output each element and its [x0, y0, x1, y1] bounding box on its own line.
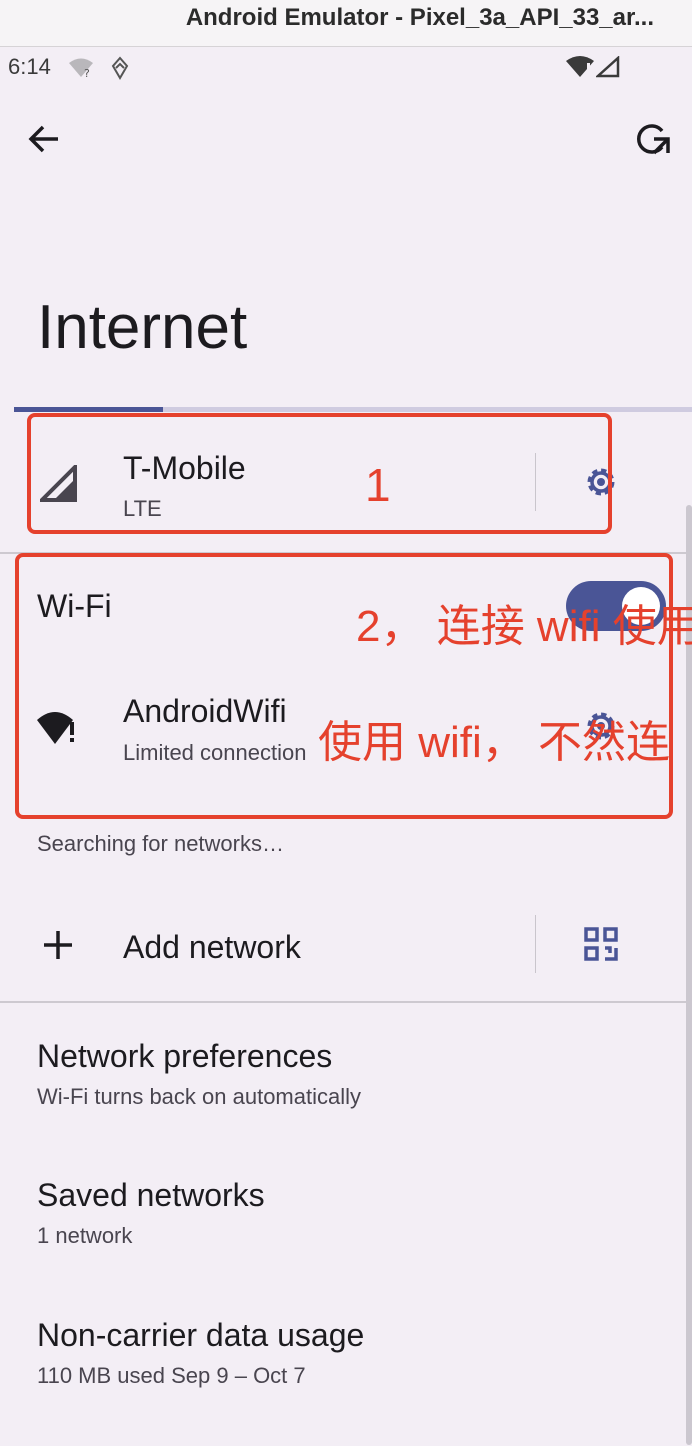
plus-icon [42, 929, 74, 961]
add-network-label: Add network [123, 929, 301, 965]
network-preferences-title: Network preferences [37, 1038, 333, 1074]
cell-status-icon [596, 56, 620, 78]
wifi-searching-text: Searching for networks… [37, 831, 284, 856]
svg-text:?: ? [84, 67, 90, 79]
saved-networks-subtitle: 1 network [37, 1223, 133, 1248]
data-usage-subtitle: 110 MB used Sep 9 – Oct 7 [37, 1363, 306, 1388]
saved-networks-title: Saved networks [37, 1177, 265, 1213]
annotation-label-2: 2， 连接 wifi 使用 [356, 602, 692, 651]
status-time: 6:14 [8, 54, 51, 79]
annotation-label-1: 1 [365, 459, 391, 511]
progress-fill [14, 407, 163, 412]
annotation-box-1 [27, 413, 612, 534]
wifi-unknown-icon: ? [68, 57, 94, 79]
refresh-icon[interactable] [632, 119, 672, 159]
wifi-status-icon [565, 55, 595, 79]
qr-code-icon[interactable] [584, 927, 618, 961]
emulator-title-bar: Android Emulator - Pixel_3a_API_33_ar... [0, 0, 692, 47]
data-usage-title: Non-carrier data usage [37, 1317, 365, 1353]
section-divider [0, 1001, 692, 1003]
annotation-label-3: 使用 wifi， 不然连 [318, 718, 670, 767]
page-title: Internet [37, 293, 248, 362]
window-title: Android Emulator - Pixel_3a_API_33_ar... [185, 4, 654, 31]
network-preferences-subtitle: Wi-Fi turns back on automatically [37, 1084, 361, 1109]
back-arrow-icon[interactable] [26, 121, 62, 157]
divider [535, 915, 536, 973]
data-saver-icon [110, 56, 130, 80]
